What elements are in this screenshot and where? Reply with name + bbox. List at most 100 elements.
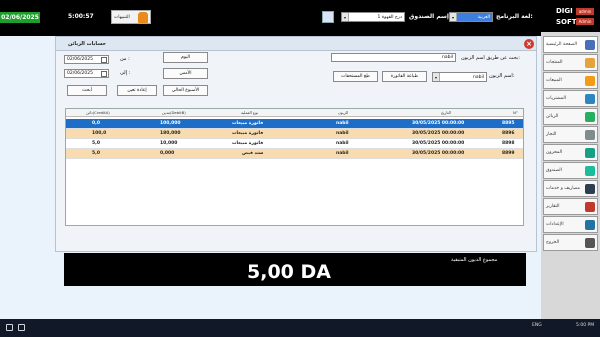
column-header: مدين(DebitB) bbox=[162, 110, 186, 115]
table-row[interactable]: 8895 30/05/2025 00:00:00 nabil فاتورة مب… bbox=[66, 119, 523, 129]
taskbar-clock[interactable]: 5:00 PM bbox=[576, 323, 594, 328]
customer-select[interactable]: ▾ nabil bbox=[432, 72, 487, 82]
to-date-field[interactable]: 02/06/2025 bbox=[64, 69, 109, 78]
from-date-field[interactable]: 02/06/2025 bbox=[64, 55, 109, 64]
column-header: دائن(CreditA) bbox=[86, 110, 110, 115]
sidebar: الصفحة الرئيسية المنتجات المبيعات المشتر… bbox=[541, 32, 600, 319]
cell-number: 8895 bbox=[502, 121, 515, 126]
sidebar-item-label: الإعدادات bbox=[546, 222, 564, 227]
cell-number: 8898 bbox=[502, 141, 515, 146]
cell-number: 8899 bbox=[502, 151, 515, 156]
column-header: نوع العملية bbox=[241, 110, 259, 115]
sidebar-item-settings[interactable]: الإعدادات bbox=[543, 216, 598, 233]
sidebar-item-home[interactable]: الصفحة الرئيسية bbox=[543, 36, 598, 53]
calendar-icon[interactable] bbox=[101, 57, 107, 63]
cashbox-select[interactable]: ▾ درج القهوة 1 bbox=[341, 12, 405, 22]
sidebar-item-label: التقارير bbox=[546, 204, 560, 209]
chevron-down-icon: ▾ bbox=[433, 73, 440, 81]
today-button[interactable]: اليوم bbox=[163, 52, 208, 63]
sidebar-item-sales[interactable]: المبيعات bbox=[543, 72, 598, 89]
sidebar-item-reports[interactable]: التقارير bbox=[543, 198, 598, 215]
cell-customer: nabil bbox=[336, 131, 349, 136]
sidebar-item-products[interactable]: المنتجات bbox=[543, 54, 598, 71]
reset-button[interactable]: إعادة تعين bbox=[117, 85, 157, 96]
search-button[interactable]: أبحث bbox=[67, 85, 107, 96]
sidebar-item-label: الخروج bbox=[546, 240, 560, 245]
home-icon bbox=[585, 39, 595, 50]
this-week-button[interactable]: الأسبوع الحالي bbox=[163, 85, 208, 96]
panel-title: حسابات الزبائن bbox=[68, 41, 106, 47]
print-debts-button[interactable]: طع المستحقات bbox=[333, 71, 378, 82]
cell-type: سند قبض bbox=[242, 151, 264, 156]
table-row[interactable]: 8896 30/05/2025 00:00:00 nabil فاتورة مب… bbox=[66, 129, 523, 139]
remaining-debts-title: مجموع الديون المتبقية bbox=[451, 257, 498, 263]
customer-label: اسم الزبون: bbox=[489, 73, 515, 79]
cell-type: فاتورة مبيعات bbox=[232, 131, 264, 136]
sidebar-item-exit[interactable]: الخروج bbox=[543, 234, 598, 251]
os-taskbar: ENG 5:00 PM bbox=[0, 319, 600, 337]
calendar-icon[interactable] bbox=[101, 71, 107, 77]
date-badge: 02/06/2025 bbox=[0, 12, 40, 23]
cell-debit: 100,000 bbox=[160, 121, 181, 126]
table-header: N° التاريخ الزبون نوع العملية مدين(Debit… bbox=[66, 109, 523, 117]
sidebar-item-label: المشتريات bbox=[546, 96, 566, 101]
exit-icon bbox=[585, 237, 595, 248]
chevron-down-icon: ▾ bbox=[450, 13, 457, 21]
bell-icon bbox=[138, 11, 148, 23]
sidebar-item-customers[interactable]: الزبائن bbox=[543, 108, 598, 125]
customers-icon bbox=[585, 111, 595, 122]
task-view-icon[interactable] bbox=[18, 324, 25, 331]
top-bar: 02/06/2025 5:00:57 التنبيهات ▾ درج القهو… bbox=[0, 0, 600, 36]
sidebar-item-purchases[interactable]: المشتريات bbox=[543, 90, 598, 107]
search-label: بحث عن طريق اسم الزبون: bbox=[461, 55, 520, 61]
logo-line1: DIGI bbox=[556, 7, 573, 15]
reports-icon bbox=[585, 201, 595, 212]
clock-label: 5:00:57 bbox=[68, 13, 94, 20]
sidebar-item-label: التجار bbox=[546, 132, 557, 137]
taskbar-lang[interactable]: ENG bbox=[532, 323, 542, 328]
cell-customer: nabil bbox=[336, 141, 349, 146]
cell-date: 30/05/2025 00:00:00 bbox=[412, 121, 465, 126]
purchases-icon bbox=[585, 93, 595, 104]
sidebar-item-label: الصندوق bbox=[546, 168, 562, 173]
notifications-label: التنبيهات bbox=[114, 14, 130, 20]
sidebar-item-stock[interactable]: المخزون bbox=[543, 144, 598, 161]
table-row[interactable]: 8899 30/05/2025 00:00:00 nabil سند قبض 0… bbox=[66, 149, 523, 159]
cell-type: فاتورة مبيعات bbox=[232, 121, 264, 126]
cashbox-label: إسم الصندوق: bbox=[409, 13, 451, 20]
sidebar-item-cashbox[interactable]: الصندوق bbox=[543, 162, 598, 179]
user-role-badge: Admin bbox=[576, 18, 594, 25]
stock-icon bbox=[585, 147, 595, 158]
to-label: إلى : bbox=[120, 70, 131, 76]
sales-icon bbox=[585, 75, 595, 86]
cell-debit: 180,000 bbox=[160, 131, 181, 136]
language-select[interactable]: ▾ العربية bbox=[449, 12, 493, 22]
to-date-value: 02/06/2025 bbox=[67, 71, 93, 76]
notifications-button[interactable]: التنبيهات bbox=[111, 10, 151, 24]
calculator-icon[interactable] bbox=[322, 11, 334, 23]
cell-number: 8896 bbox=[502, 131, 515, 136]
logo-line2: SOFT bbox=[556, 18, 577, 26]
start-icon[interactable] bbox=[6, 324, 13, 331]
cell-date: 30/05/2025 00:00:00 bbox=[412, 131, 465, 136]
yesterday-button[interactable]: الأمس bbox=[163, 68, 208, 79]
sidebar-item-label: المبيعات bbox=[546, 78, 562, 83]
search-input[interactable]: nabil bbox=[331, 53, 456, 62]
merchants-icon bbox=[585, 129, 595, 140]
cashbox-value: درج القهوة 1 bbox=[377, 14, 402, 20]
sidebar-item-label: المنتجات bbox=[546, 60, 563, 65]
table-row[interactable]: 8898 30/05/2025 00:00:00 nabil فاتورة مب… bbox=[66, 139, 523, 149]
transactions-table: N° التاريخ الزبون نوع العملية مدين(Debit… bbox=[65, 108, 524, 226]
close-icon[interactable]: × bbox=[524, 39, 534, 49]
sidebar-item-expenses[interactable]: مصاريف و خدمات bbox=[543, 180, 598, 197]
from-date-value: 02/06/2025 bbox=[67, 57, 93, 62]
cell-date: 30/05/2025 00:00:00 bbox=[412, 151, 465, 156]
sidebar-item-merchants[interactable]: التجار bbox=[543, 126, 598, 143]
column-header: التاريخ bbox=[441, 110, 451, 115]
column-header: الزبون bbox=[338, 110, 349, 115]
app-logo: DIGI SOFT admin Admin bbox=[554, 4, 598, 32]
cell-customer: nabil bbox=[336, 151, 349, 156]
cell-credit: 100,0 bbox=[92, 131, 107, 136]
sidebar-item-label: الزبائن bbox=[546, 114, 559, 119]
print-invoice-button[interactable]: طباعة الفاتورة bbox=[382, 71, 427, 82]
